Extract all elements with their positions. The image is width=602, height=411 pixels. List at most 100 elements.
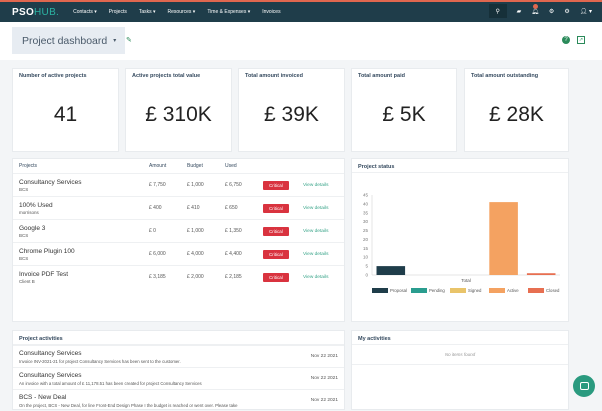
- bar-active: [489, 202, 518, 275]
- client-name: Client B: [19, 278, 35, 284]
- status-badge: Critical: [263, 180, 289, 190]
- y-tick-label: 15: [363, 246, 369, 251]
- col-amount: Amount: [149, 163, 167, 169]
- view-details-link[interactable]: View details: [303, 229, 329, 234]
- chat-icon: [579, 382, 589, 390]
- activity-date: Nov 22 2021: [310, 354, 338, 359]
- amount: £ 3,185: [143, 265, 181, 289]
- help-icon[interactable]: ?: [562, 36, 570, 44]
- status-badge: Critical: [263, 272, 289, 282]
- y-tick-label: 0: [365, 273, 368, 278]
- kpi-card-total-value: Active projects total value £ 310K: [125, 68, 232, 152]
- activity-item[interactable]: BCS - New Deal On the project, BCS - New…: [13, 389, 344, 411]
- card-title: My activities: [352, 331, 568, 345]
- kpi-card-active-projects: Number of active projects 41: [12, 68, 119, 152]
- y-tick-label: 40: [363, 201, 369, 206]
- budget: £ 410: [181, 196, 219, 220]
- settings-icon[interactable]: ⚙: [549, 8, 554, 15]
- bar-proposal: [376, 266, 406, 275]
- kpi-value: £ 5K: [382, 103, 426, 126]
- chat-widget-button[interactable]: [573, 375, 595, 397]
- activity-item[interactable]: Consultancy Services An invoice with a t…: [13, 367, 344, 389]
- legend-swatch: [372, 288, 388, 293]
- project-name[interactable]: 100% Used: [19, 202, 137, 209]
- kpi-label: Number of active projects: [19, 73, 87, 79]
- search-icon[interactable]: ⚲: [488, 4, 507, 18]
- top-navbar: PSOHUB. Contacts ▾ Projects Tasks ▾ Reso…: [0, 0, 602, 22]
- activity-title: BCS - New Deal: [19, 394, 67, 401]
- view-details-link[interactable]: View details: [303, 275, 329, 280]
- amount: £ 6,000: [143, 242, 181, 266]
- amount: £ 400: [143, 196, 181, 220]
- amount: £ 7,750: [143, 173, 181, 197]
- dashboard-selector[interactable]: Project dashboard ▾: [12, 27, 125, 54]
- y-tick-label: 30: [363, 219, 369, 224]
- status-badge: Critical: [263, 249, 289, 259]
- y-tick-label: 10: [363, 255, 369, 260]
- legend-label: Proposal: [390, 288, 407, 293]
- user-menu-icon[interactable]: 👤︎ ▾: [580, 8, 592, 15]
- nav-resources[interactable]: Resources ▾: [168, 9, 196, 15]
- client-name: BCS: [19, 232, 29, 238]
- table-row: Consultancy Services BCS £ 7,750 £ 1,000 …: [13, 173, 344, 197]
- view-details-link[interactable]: View details: [303, 183, 329, 188]
- kpi-card-paid: Total amount paid £ 5K: [351, 68, 457, 152]
- used: £ 2,185: [219, 265, 257, 289]
- project-status-card: Project status 0 5 10 15 20 25 30 35 40 45 Total Pr…: [351, 158, 569, 322]
- y-tick-label: 5: [365, 264, 368, 269]
- empty-message: No items found: [352, 345, 568, 365]
- export-icon[interactable]: ↗: [577, 36, 585, 44]
- nav-invoices[interactable]: Invoices: [262, 9, 280, 15]
- y-tick-label: 25: [363, 228, 369, 233]
- gear-icon[interactable]: ⚙: [564, 8, 569, 15]
- card-title: Project activities: [13, 331, 344, 345]
- col-used: Used: [225, 163, 237, 169]
- used: £ 4,400: [219, 242, 257, 266]
- chevron-down-icon: ▾: [113, 38, 117, 44]
- activity-item[interactable]: Consultancy Services Invoice INV-2021-21…: [13, 345, 344, 367]
- view-details-link[interactable]: View details: [303, 206, 329, 211]
- logo[interactable]: PSOHUB.: [12, 7, 59, 18]
- bar-closed: [526, 273, 556, 275]
- nav-projects[interactable]: Projects: [109, 9, 127, 15]
- view-details-link[interactable]: View details: [303, 252, 329, 257]
- project-name[interactable]: Google 3: [19, 225, 137, 232]
- col-budget: Budget: [187, 163, 203, 169]
- projects-table: Projects Amount Budget Used Consultancy …: [13, 159, 344, 289]
- kpi-value: 41: [53, 103, 78, 126]
- budget: £ 4,000: [181, 242, 219, 266]
- legend-label: Pending: [429, 288, 445, 293]
- used: £ 650: [219, 196, 257, 220]
- legend-swatch: [411, 288, 427, 293]
- kpi-label: Total amount paid: [358, 73, 405, 79]
- nav-contacts[interactable]: Contacts ▾: [73, 9, 97, 15]
- activity-title: Consultancy Services: [19, 350, 82, 357]
- notification-badge: [533, 3, 539, 9]
- project-status-chart: 0 5 10 15 20 25 30 35 40 45 Total Proposal Pending Si…: [363, 193, 560, 293]
- budget: £ 1,000: [181, 219, 219, 243]
- page-header: Project dashboard ▾ ✎ ? ↗: [0, 22, 602, 60]
- bell-icon[interactable]: 🔔︎: [531, 3, 539, 15]
- project-name[interactable]: Invoice PDF Test: [19, 271, 137, 278]
- nav-time-expenses[interactable]: Time & Expenses ▾: [207, 9, 250, 15]
- legend-label: Closed: [546, 288, 560, 293]
- activity-description: An invoice with a total amount of £ 11,1…: [19, 381, 202, 386]
- client-name: BCS: [19, 186, 29, 192]
- kpi-value: £ 39K: [264, 103, 319, 126]
- chat-icon[interactable]: ▰: [517, 8, 522, 15]
- activity-title: Consultancy Services: [19, 372, 82, 379]
- table-row: Invoice PDF Test Client B £ 3,185 £ 2,000…: [13, 265, 344, 289]
- nav-tasks[interactable]: Tasks ▾: [139, 9, 156, 15]
- project-name[interactable]: Chrome Plugin 100: [19, 248, 137, 255]
- budget: £ 2,000: [181, 265, 219, 289]
- legend-swatch: [450, 288, 466, 293]
- my-activities-card: My activities No items found: [351, 330, 569, 410]
- project-activities-card: Project activities Consultancy Services …: [12, 330, 345, 410]
- project-name[interactable]: Consultancy Services: [19, 179, 137, 186]
- kpi-label: Total amount outstanding: [471, 73, 539, 79]
- kpi-label: Active projects total value: [132, 73, 201, 79]
- y-tick-label: 20: [363, 237, 369, 242]
- y-tick-label: 35: [363, 210, 369, 215]
- legend-swatch: [489, 288, 505, 293]
- edit-pencil-icon[interactable]: ✎: [126, 36, 132, 44]
